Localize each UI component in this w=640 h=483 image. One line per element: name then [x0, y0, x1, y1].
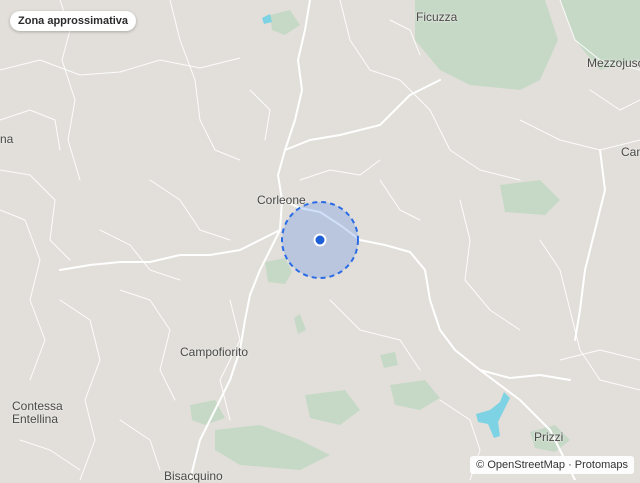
place-label-campofiorito: Campofiorito: [180, 345, 249, 359]
place-label-corleone: Corleone: [257, 193, 306, 207]
place-label-prizzi: Prizzi: [534, 430, 564, 444]
place-label-na: na: [0, 132, 14, 146]
place-label-contessa-entellina: Contessa Entellina: [12, 399, 63, 426]
map-canvas[interactable]: [0, 0, 640, 480]
place-label-ficuzza: Ficuzza: [416, 10, 458, 24]
place-label-cam: Cam: [621, 145, 640, 159]
map-attribution: © OpenStreetMap · Protomaps: [470, 456, 634, 474]
location-dot-icon: [313, 233, 327, 247]
protomaps-link[interactable]: Protomaps: [575, 459, 628, 471]
openstreetmap-link[interactable]: OpenStreetMap: [487, 459, 565, 471]
place-label-mezzojuso: Mezzojuso: [587, 56, 640, 70]
place-label-bisacquino: Bisacquino: [164, 469, 223, 483]
copyright-symbol: ©: [476, 459, 485, 471]
attribution-separator: ·: [568, 459, 572, 471]
approximate-zone-badge: Zona approssimativa: [10, 11, 137, 31]
